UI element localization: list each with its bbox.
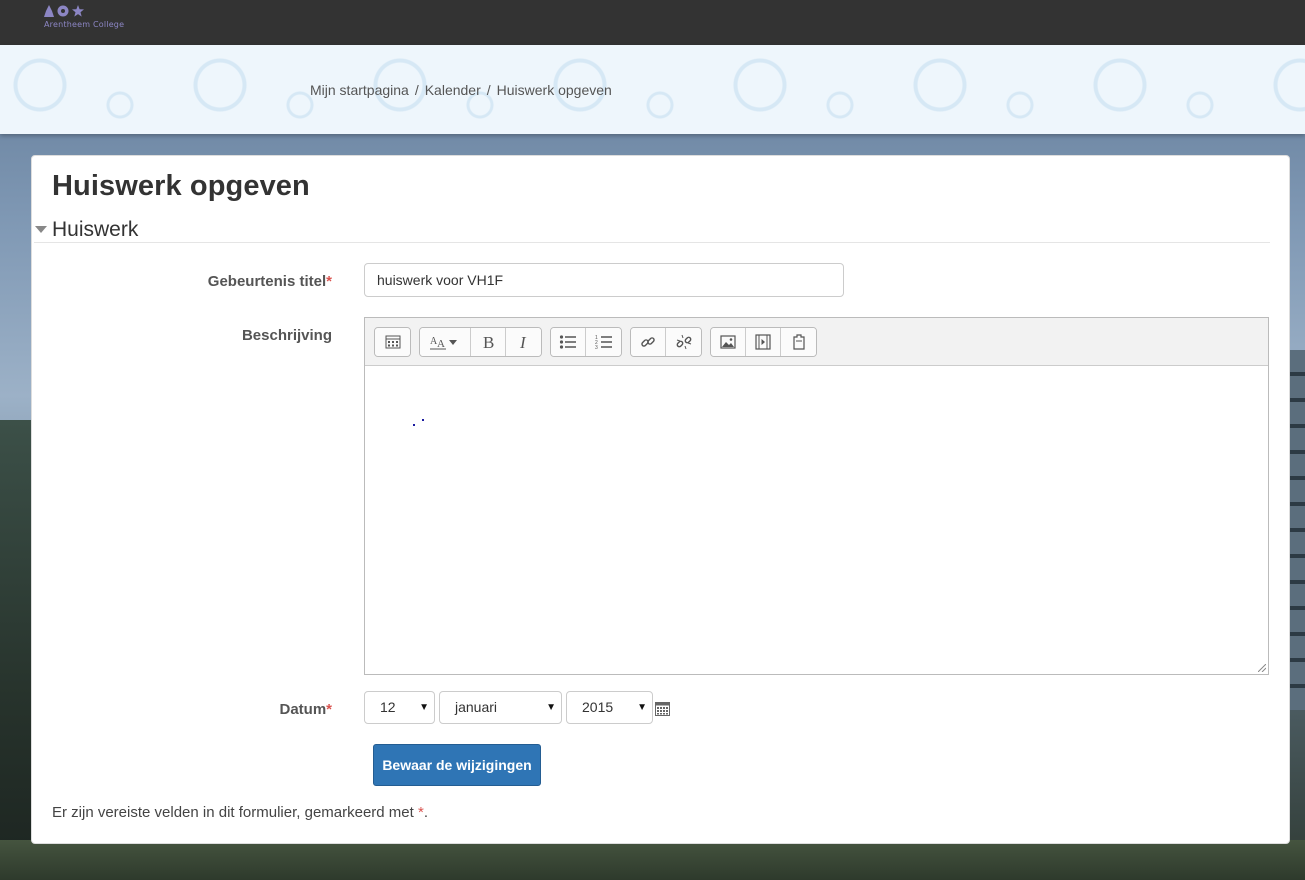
toolbar-group-links [630,327,702,357]
svg-text:3: 3 [595,345,598,350]
font-style-icon: A A [430,336,457,350]
svg-text:I: I [519,334,527,350]
bullet-list-icon [559,335,576,349]
year-select-value: 2015 [582,699,614,715]
toolbar-group-toggle [374,327,411,357]
month-select[interactable]: januari ▼ [439,691,562,724]
resize-grip-icon[interactable] [1258,664,1266,672]
breadcrumb-separator: / [486,82,491,98]
italic-icon: I [519,334,527,350]
dropdown-arrow-icon: ▼ [637,702,647,713]
background-foliage [0,840,1305,880]
breadcrumb-calendar[interactable]: Kalender [425,82,481,98]
editor-toolbar: A A B I 1 2 3 [365,318,1268,366]
logo-text: Arentheem College [44,20,125,29]
numbered-list-icon: 1 2 3 [595,335,612,350]
bold-icon: B [483,334,494,350]
unlink-icon [676,334,691,350]
date-label-text: Datum [279,701,327,718]
year-select[interactable]: 2015 ▼ [566,691,653,724]
image-button[interactable] [711,328,746,356]
file-icon [792,334,805,350]
description-label: Beschrijving [241,327,332,344]
file-button[interactable] [781,328,816,356]
section-legend-label: Huiswerk [52,218,139,241]
dropdown-arrow-icon: ▼ [419,702,429,713]
calendar-icon[interactable] [655,701,670,716]
link-icon [641,337,655,347]
collapse-caret-icon[interactable] [35,226,47,233]
required-fields-note: Er zijn vereiste velden in dit formulier… [52,804,428,821]
bullet-list-button[interactable] [551,328,586,356]
section-legend[interactable]: Huiswerk [34,216,1270,243]
page-title: Huiswerk opgeven [52,170,310,202]
required-note-text: Er zijn vereiste velden in dit formulier… [52,804,418,821]
main-card: Huiswerk opgeven Huiswerk Gebeurtenis ti… [31,155,1290,844]
event-title-label: Gebeurtenis titel* [32,273,332,290]
media-button[interactable] [746,328,781,356]
logo-globe-icon [57,5,69,17]
required-marker: * [326,273,332,290]
save-changes-button[interactable]: Bewaar de wijzigingen [373,744,541,786]
breadcrumb: Mijn startpagina / Kalender / Huiswerk opgev… [310,82,612,98]
toggle-toolbar-icon [385,335,400,349]
logo-figure-icon [44,5,54,17]
font-style-button[interactable]: A A [420,328,471,356]
toolbar-group-lists: 1 2 3 [550,327,622,357]
event-title-label-text: Gebeurtenis titel [207,273,327,290]
text-cursor-marker [413,419,424,426]
toolbar-group-text: A A B I [419,327,542,357]
toolbar-group-media [710,327,817,357]
media-icon [755,334,771,350]
svg-text:A: A [437,338,445,350]
svg-text:B: B [483,334,494,350]
breadcrumb-separator: / [414,82,419,98]
dropdown-arrow-icon: ▼ [546,702,556,713]
top-navbar: Arentheem College [0,0,1305,45]
breadcrumb-current: Huiswerk opgeven [496,82,612,98]
day-select-value: 12 [380,699,396,715]
description-editor: A A B I 1 2 3 [364,317,1269,675]
logo-icons [44,4,134,18]
description-editor-area[interactable] [365,366,1268,674]
required-note-end: . [423,804,428,821]
school-logo[interactable]: Arentheem College [44,4,134,34]
logo-star-icon [72,5,84,17]
toggle-toolbar-button[interactable] [375,328,410,356]
italic-button[interactable]: I [506,328,541,356]
date-label: Datum* [32,701,332,718]
unlink-button[interactable] [666,328,701,356]
breadcrumb-home[interactable]: Mijn startpagina [310,82,409,98]
bold-button[interactable]: B [471,328,506,356]
image-icon [720,335,736,349]
required-marker: * [326,701,332,718]
month-select-value: januari [455,699,498,715]
link-button[interactable] [631,328,666,356]
page-header-band: Mijn startpagina / Kalender / Huiswerk opgev… [0,45,1305,134]
day-select[interactable]: 12 ▼ [364,691,435,724]
event-title-input[interactable]: huiswerk voor VH1F [364,263,844,297]
numbered-list-button[interactable]: 1 2 3 [586,328,621,356]
